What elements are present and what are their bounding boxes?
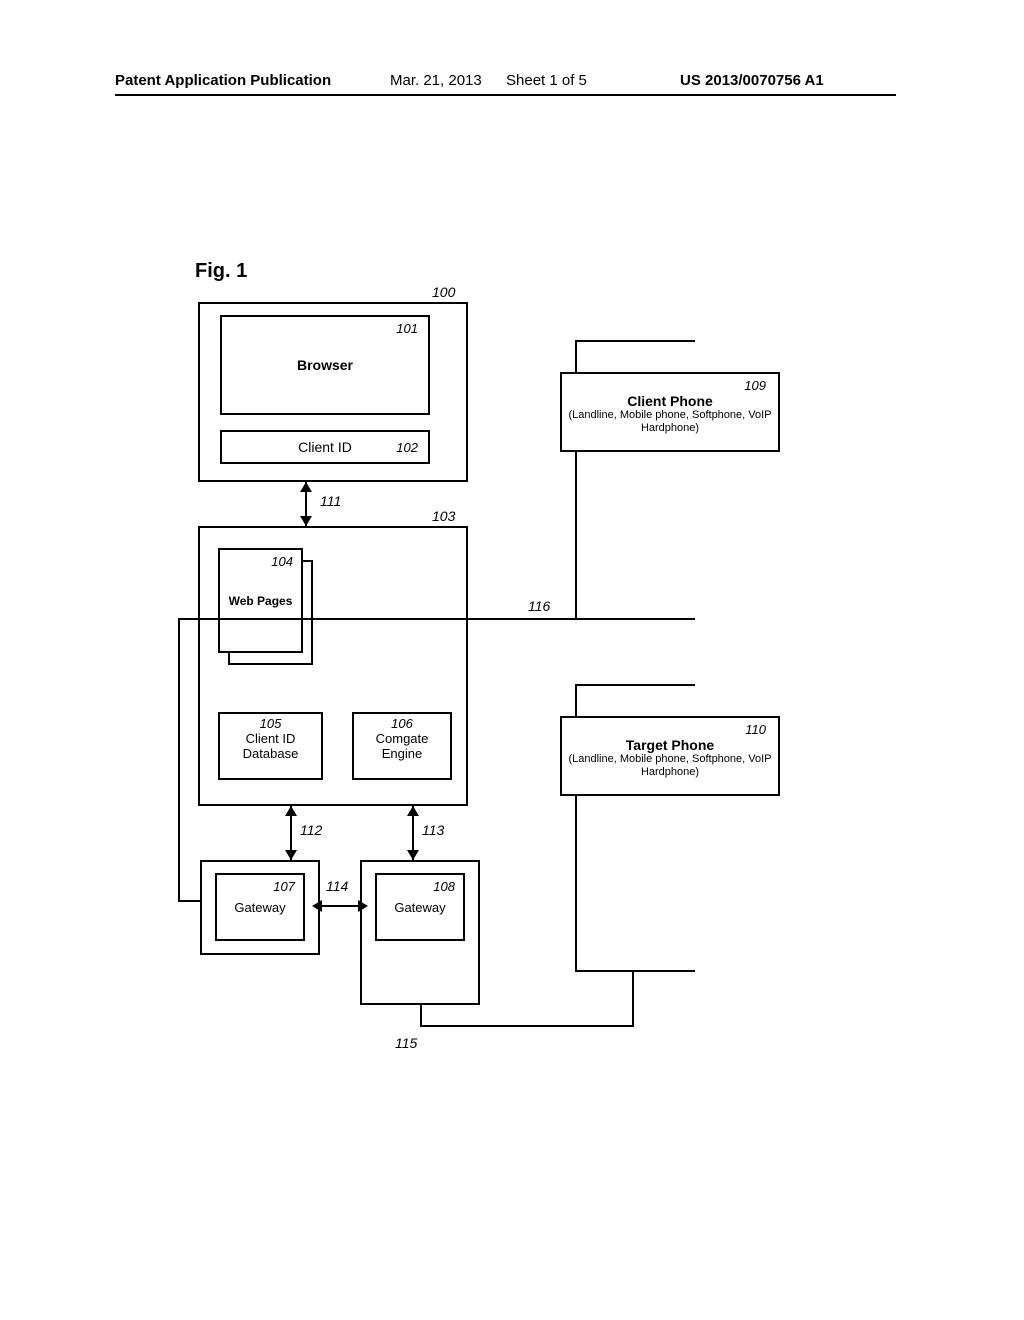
ref-105: 105 — [220, 716, 321, 731]
ref-109: 109 — [568, 378, 772, 393]
ref-114: 114 — [326, 878, 348, 894]
arrow-114-left — [312, 900, 322, 912]
box-target-phone: 110 Target Phone (Landline, Mobile phone… — [560, 716, 780, 796]
arrow-113-down — [407, 850, 419, 860]
box-gateway-107: 107 Gateway — [215, 873, 305, 941]
label-target-phone-title: Target Phone — [568, 737, 772, 753]
box-gateway-108: 108 Gateway — [375, 873, 465, 941]
label-comgate-1: Comgate — [354, 731, 450, 746]
label-client-id-db-2: Database — [220, 746, 321, 761]
arrow-113-up — [407, 806, 419, 816]
label-client-id: Client ID — [298, 439, 352, 455]
ref-102: 102 — [396, 440, 418, 455]
label-web-pages: Web Pages — [229, 594, 293, 608]
label-browser: Browser — [297, 357, 353, 373]
box-web-pages: 104 Web Pages — [218, 548, 303, 653]
label-gateway-a: Gateway — [217, 900, 303, 915]
arrow-111-down — [300, 516, 312, 526]
arrow-112-down — [285, 850, 297, 860]
diagram-canvas: 100 101 Browser Client ID 102 103 104 We… — [0, 0, 1024, 1320]
ref-110: 110 — [568, 722, 772, 737]
box-client-phone: 109 Client Phone (Landline, Mobile phone… — [560, 372, 780, 452]
box-browser: 101 Browser — [220, 315, 430, 415]
line-114 — [320, 905, 360, 907]
box-client-id-db: 105 Client ID Database — [218, 712, 323, 780]
box-client-id: Client ID 102 — [220, 430, 430, 464]
line-115-h — [420, 1025, 634, 1027]
ref-115: 115 — [395, 1035, 417, 1051]
ref-108: 108 — [377, 879, 463, 894]
label-client-id-db-1: Client ID — [220, 731, 321, 746]
line-116-v2 — [180, 900, 200, 902]
line-115-v2 — [632, 972, 634, 1027]
ref-113: 113 — [422, 822, 444, 838]
arrow-114-right — [358, 900, 368, 912]
line-116-v1 — [178, 618, 180, 902]
line-116-h — [178, 618, 632, 620]
ref-103: 103 — [432, 508, 455, 524]
ref-104: 104 — [271, 554, 293, 569]
arrow-111-up — [300, 482, 312, 492]
ref-107: 107 — [217, 879, 303, 894]
ref-111: 111 — [320, 493, 341, 509]
line-115-v1 — [420, 1005, 422, 1025]
label-gateway-b: Gateway — [377, 900, 463, 915]
arrow-112-up — [285, 806, 297, 816]
ref-101: 101 — [396, 321, 418, 336]
ref-106: 106 — [354, 716, 450, 731]
label-client-phone-title: Client Phone — [568, 393, 772, 409]
label-client-phone-sub: (Landline, Mobile phone, Softphone, VoIP… — [568, 409, 772, 435]
label-target-phone-sub: (Landline, Mobile phone, Softphone, VoIP… — [568, 753, 772, 779]
label-comgate-2: Engine — [354, 746, 450, 761]
ref-112: 112 — [300, 822, 322, 838]
box-comgate-engine: 106 Comgate Engine — [352, 712, 452, 780]
ref-100: 100 — [432, 284, 455, 300]
ref-116: 116 — [528, 598, 550, 614]
